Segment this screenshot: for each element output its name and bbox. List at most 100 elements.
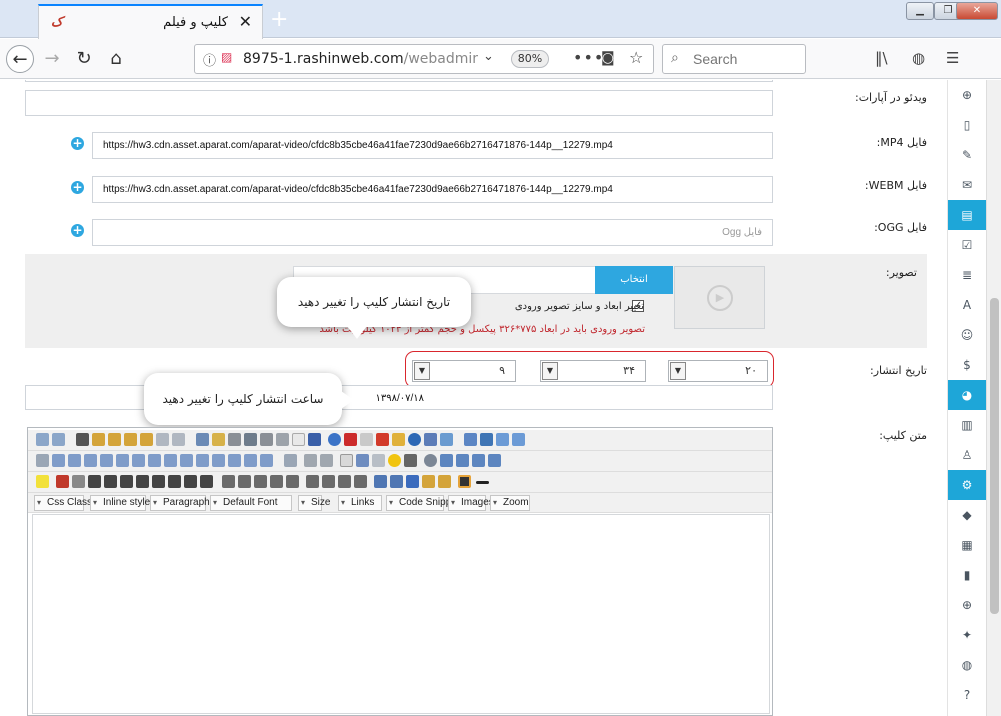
delete-row-icon[interactable] [116, 454, 129, 467]
sidebar-mobile-icon[interactable]: ▯ [948, 110, 986, 140]
italic-icon[interactable] [184, 475, 197, 488]
subscript-icon[interactable] [270, 475, 283, 488]
spellcheck-icon[interactable] [196, 433, 209, 446]
sidebar-chart-pie-icon[interactable]: ◕ [948, 380, 986, 410]
align-justify-icon[interactable] [88, 475, 101, 488]
sidebar-windows-icon[interactable]: ▦ [948, 530, 986, 560]
form-icon[interactable] [456, 454, 469, 467]
globe-icon[interactable]: ◍ [912, 49, 925, 67]
pointer-edit-icon[interactable] [390, 475, 403, 488]
image-icon[interactable] [440, 433, 453, 446]
sidebar-add-user-icon[interactable]: ⊕ [948, 80, 986, 110]
webm-input[interactable]: https://hw3.cdn.asset.aparat.com/aparat-… [92, 176, 773, 203]
cell-props-icon[interactable] [84, 454, 97, 467]
resize-icon[interactable] [356, 454, 369, 467]
search-input[interactable] [691, 50, 801, 68]
split-row-icon[interactable] [196, 454, 209, 467]
select-all-icon[interactable] [156, 433, 169, 446]
align-full-icon[interactable] [152, 475, 165, 488]
editor-dropdown-inline-style[interactable]: Inline style [90, 495, 150, 511]
calendar-icon[interactable] [440, 454, 453, 467]
browser-tab-active[interactable]: ک کلیپ و فیلم ✕ [38, 4, 263, 39]
help-icon[interactable] [328, 433, 341, 446]
sidebar-tags-icon[interactable]: ◆ [948, 500, 986, 530]
reload-button[interactable]: ↻ [70, 45, 98, 73]
page-scrollbar[interactable] [986, 80, 1001, 716]
tab-close-icon[interactable]: ✕ [239, 12, 252, 31]
layers-icon[interactable] [472, 454, 485, 467]
hour-select[interactable]: ▼ ۲۰ [668, 360, 768, 382]
template-icon[interactable] [360, 433, 373, 446]
scrollbar-thumb[interactable] [990, 298, 999, 614]
font-color-icon[interactable] [56, 475, 69, 488]
editor-dropdown-zoom[interactable]: Zoom [490, 495, 530, 511]
new-tab-button[interactable]: + [270, 7, 288, 32]
library-icon[interactable]: ‖\ [875, 49, 888, 67]
strikethrough-icon[interactable] [254, 475, 267, 488]
chevron-down-icon[interactable]: ▼ [542, 362, 558, 380]
sidebar-mail-icon[interactable]: ✉ [948, 170, 986, 200]
editor-dropdown-css-class[interactable]: Css Class [34, 495, 92, 511]
div-icon[interactable] [284, 454, 297, 467]
delete-cell-icon[interactable] [244, 454, 257, 467]
indent-icon[interactable] [306, 475, 319, 488]
preview-icon[interactable] [260, 433, 273, 446]
row-props-icon[interactable] [260, 454, 273, 467]
editor-dropdown-images[interactable]: Images [448, 495, 494, 511]
numbered-list-icon[interactable] [354, 475, 367, 488]
special-char-icon[interactable] [404, 454, 417, 467]
sidebar-road-icon[interactable]: A [948, 290, 986, 320]
paste-icon[interactable] [108, 433, 121, 446]
back-button[interactable]: ← [6, 45, 34, 73]
position-icon[interactable] [422, 475, 435, 488]
chain-icon[interactable] [512, 433, 525, 446]
redo-icon[interactable] [52, 433, 65, 446]
publish-date-input[interactable]: ۱۳۹۸/۰۷/۱۸ [25, 385, 773, 410]
hyperlink-icon[interactable] [464, 433, 477, 446]
hr-icon[interactable] [36, 454, 49, 467]
align-right-icon[interactable] [136, 475, 149, 488]
sidebar-help-icon[interactable]: ? [948, 680, 986, 710]
delete-col-icon[interactable] [148, 454, 161, 467]
sidebar-zoom-icon[interactable]: ⊕ [948, 590, 986, 620]
frame-icon[interactable] [340, 454, 353, 467]
second-select[interactable]: ▼ ۹ [412, 360, 516, 382]
pick-image-button[interactable]: انتخاب [595, 266, 673, 294]
chevron-down-icon[interactable]: ▼ [670, 362, 686, 380]
find-icon[interactable] [228, 433, 241, 446]
cut-icon[interactable] [76, 433, 89, 446]
sidebar-comments-icon[interactable]: ✎ [948, 140, 986, 170]
z-order-icon[interactable] [438, 475, 451, 488]
source-icon[interactable] [458, 475, 471, 488]
paste-text-icon[interactable] [124, 433, 137, 446]
outdent-icon[interactable] [322, 475, 335, 488]
sidebar-list-icon[interactable]: ≣ [948, 260, 986, 290]
aparat-input[interactable] [25, 90, 773, 116]
sidebar-file-icon[interactable]: ▮ [948, 560, 986, 590]
new-document-icon[interactable] [292, 433, 305, 446]
anchor-icon[interactable] [480, 433, 493, 446]
table-props-icon[interactable] [68, 454, 81, 467]
add-mp4-icon[interactable]: + [71, 137, 84, 150]
clear-icon[interactable] [172, 433, 185, 446]
home-button[interactable]: ⌂ [102, 45, 130, 73]
media-icon[interactable] [408, 433, 421, 446]
sidebar-bar-chart-icon[interactable]: ▥ [948, 410, 986, 440]
sidebar-globe-icon[interactable]: ◍ [948, 650, 986, 680]
editor-content-area[interactable] [32, 514, 770, 714]
chevron-down-icon[interactable]: ▼ [414, 362, 430, 380]
insecure-connection-icon[interactable]: ▨ [221, 50, 235, 66]
underline-icon[interactable] [168, 475, 181, 488]
grid-toggle-icon[interactable] [406, 475, 419, 488]
sidebar-user-icon[interactable]: ♙ [948, 440, 986, 470]
align-left-icon[interactable] [104, 475, 117, 488]
print-icon[interactable] [276, 433, 289, 446]
hamburger-menu-icon[interactable]: ☰ [946, 49, 959, 67]
table-icon[interactable] [52, 454, 65, 467]
insert-row-icon[interactable] [100, 454, 113, 467]
editor-dropdown-default-font[interactable]: Default Font [210, 495, 292, 511]
chevron-down-icon[interactable]: ⌄ [483, 49, 494, 64]
window-minimize-button[interactable]: ▁ [906, 2, 934, 20]
editor-dropdown-code-snippet[interactable]: Code Snippet [386, 495, 460, 511]
url-text[interactable]: 8975-1.rashinweb.com/webadmin/cl [243, 51, 478, 67]
